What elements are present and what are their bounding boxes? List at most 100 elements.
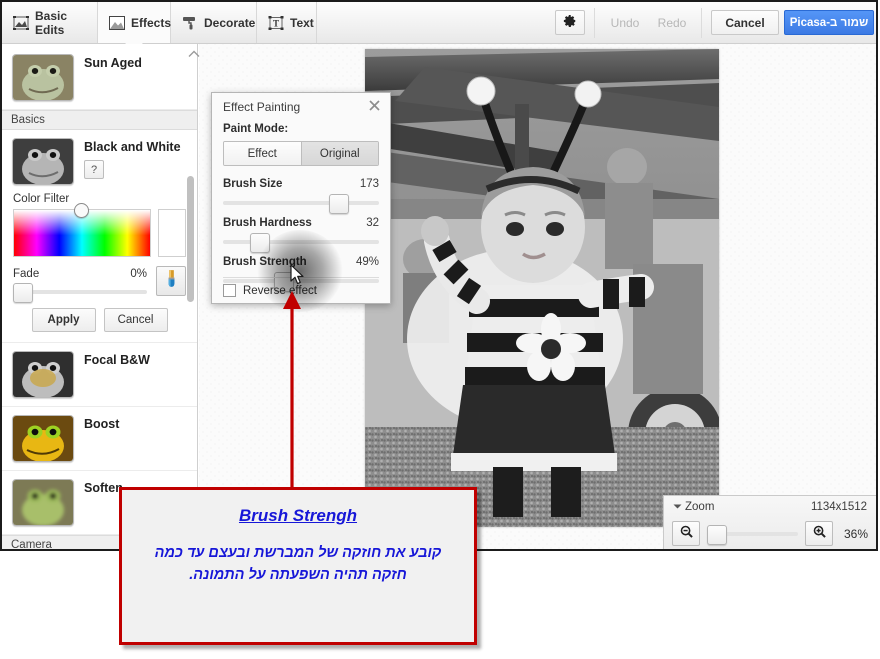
effect-thumbnail	[12, 415, 74, 462]
brush-hardness-value: 32	[366, 217, 379, 229]
brush-size-row: Brush Size 173	[223, 178, 379, 190]
brush-size-value: 173	[360, 178, 379, 190]
effect-name: Focal B&W	[84, 351, 150, 367]
brush-hardness-row: Brush Hardness 32	[223, 217, 379, 229]
brush-size-knob[interactable]	[329, 194, 349, 214]
brush-hardness-label: Brush Hardness	[223, 217, 312, 229]
effect-name: Black and White	[84, 138, 187, 154]
zoom-slider-knob[interactable]	[707, 525, 727, 545]
effect-item-boost[interactable]: Boost	[2, 407, 197, 471]
paint-mode-effect-option[interactable]: Effect	[224, 142, 301, 165]
color-filter-label: Color Filter	[13, 193, 186, 205]
effect-name: Soften	[84, 479, 123, 495]
undo-button[interactable]: Undo	[603, 10, 647, 35]
section-label: Camera	[11, 539, 52, 549]
black-and-white-controls: Color Filter Fade 0%	[2, 187, 197, 342]
paint-mode-original-label: Original	[320, 148, 360, 160]
paint-mode-toggle[interactable]: Effect Original	[223, 141, 379, 166]
reverse-effect-checkbox[interactable]	[223, 284, 236, 297]
section-header-basics: Basics	[2, 110, 197, 130]
tab-text-label: Text	[290, 16, 314, 30]
paint-mode-effect-label: Effect	[248, 148, 277, 160]
picasa-editor-window: Basic Edits Effects Decorate	[0, 0, 878, 551]
tab-effects[interactable]: Effects	[98, 2, 171, 43]
paint-mode-label: Paint Mode:	[223, 123, 379, 135]
save-to-picasa-button[interactable]: שמור ב-Picasa	[784, 10, 874, 35]
brush-hardness-knob[interactable]	[250, 233, 270, 253]
color-filter-knob[interactable]	[74, 203, 89, 218]
fade-slider[interactable]	[13, 290, 147, 294]
panel-cancel-button[interactable]: Cancel	[104, 308, 168, 332]
toolbar-divider	[701, 8, 702, 38]
tab-decorate[interactable]: Decorate	[171, 2, 257, 43]
brush-hardness-slider[interactable]	[223, 240, 379, 244]
zoom-bar-header: Zoom 1134x1512	[664, 496, 876, 518]
settings-button[interactable]	[555, 10, 585, 35]
zoom-in-icon	[813, 525, 826, 543]
section-label: Basics	[11, 114, 45, 126]
toolbar-divider	[594, 8, 595, 38]
svg-text:T: T	[273, 18, 279, 28]
brush-strength-value: 49%	[356, 256, 379, 268]
effects-sidebar[interactable]: Sun Aged Basics Black and White	[2, 44, 198, 549]
brush-size-label: Brush Size	[223, 178, 282, 190]
chevron-down-icon	[673, 501, 682, 513]
cancel-label: Cancel	[725, 16, 764, 30]
annotation-title: Brush Strengh	[239, 506, 357, 526]
effect-name: Boost	[84, 415, 119, 431]
zoom-bar: Zoom 1134x1512	[663, 495, 876, 549]
redo-label: Redo	[658, 16, 687, 30]
annotation-callout: Brush Strengh קובע את חוזקה של המברשת וב…	[119, 487, 477, 645]
zoom-out-button[interactable]	[672, 521, 700, 546]
zoom-toggle[interactable]: Zoom	[673, 501, 714, 513]
fade-label: Fade	[13, 268, 39, 280]
color-swatch[interactable]	[158, 209, 186, 257]
apply-label: Apply	[48, 314, 80, 326]
brush-size-slider[interactable]	[223, 201, 379, 205]
effect-name: Sun Aged	[84, 54, 142, 70]
image-dimensions: 1134x1512	[811, 501, 867, 513]
sidebar-scrollbar-thumb[interactable]	[187, 176, 194, 302]
effect-thumbnail	[12, 479, 74, 526]
top-toolbar: Basic Edits Effects Decorate	[2, 2, 876, 44]
help-button[interactable]: ?	[84, 160, 104, 179]
effect-item-sun-aged[interactable]: Sun Aged	[2, 44, 197, 110]
effect-item-black-and-white[interactable]: Black and White ?	[2, 130, 197, 187]
paint-roller-icon	[182, 16, 198, 30]
tab-basic-edits[interactable]: Basic Edits	[2, 2, 98, 43]
fade-value: 0%	[130, 268, 147, 280]
edited-photo[interactable]	[365, 49, 719, 527]
close-icon[interactable]	[367, 98, 382, 113]
tab-text[interactable]: T Text	[257, 2, 317, 43]
effect-thumbnail	[12, 351, 74, 398]
help-label: ?	[91, 164, 97, 176]
effect-item-focal-bw[interactable]: Focal B&W	[2, 342, 197, 407]
gear-icon	[563, 14, 577, 31]
color-filter-spectrum[interactable]	[13, 209, 151, 257]
zoom-in-button[interactable]	[805, 521, 833, 546]
cancel-button[interactable]: Cancel	[711, 10, 779, 35]
mouse-pointer-icon	[290, 264, 305, 285]
tab-decorate-label: Decorate	[204, 16, 255, 30]
undo-label: Undo	[611, 16, 640, 30]
redo-button[interactable]: Redo	[650, 10, 694, 35]
zoom-out-icon	[680, 525, 693, 543]
annotation-body: קובע את חוזקה של המברשת ובעצם עד כמה חזק…	[122, 542, 474, 586]
apply-button[interactable]: Apply	[32, 308, 96, 332]
effect-thumbnail	[12, 138, 74, 185]
chevron-up-icon[interactable]	[188, 46, 200, 56]
paintbrush-icon	[165, 269, 178, 293]
fade-slider-knob[interactable]	[13, 283, 33, 303]
zoom-controls: 36%	[664, 518, 876, 549]
dialog-title: Effect Painting	[223, 100, 300, 114]
tab-basic-edits-label: Basic Edits	[35, 9, 86, 37]
effect-thumbnail	[12, 54, 74, 101]
text-box-icon: T	[268, 16, 284, 30]
paint-mode-original-option[interactable]: Original	[301, 142, 379, 165]
panel-cancel-label: Cancel	[118, 314, 154, 326]
zoom-label: Zoom	[685, 501, 714, 513]
tab-effects-label: Effects	[131, 16, 171, 30]
paintbrush-button[interactable]	[156, 266, 186, 296]
zoom-percent: 36%	[840, 527, 868, 541]
zoom-slider[interactable]	[707, 532, 798, 536]
